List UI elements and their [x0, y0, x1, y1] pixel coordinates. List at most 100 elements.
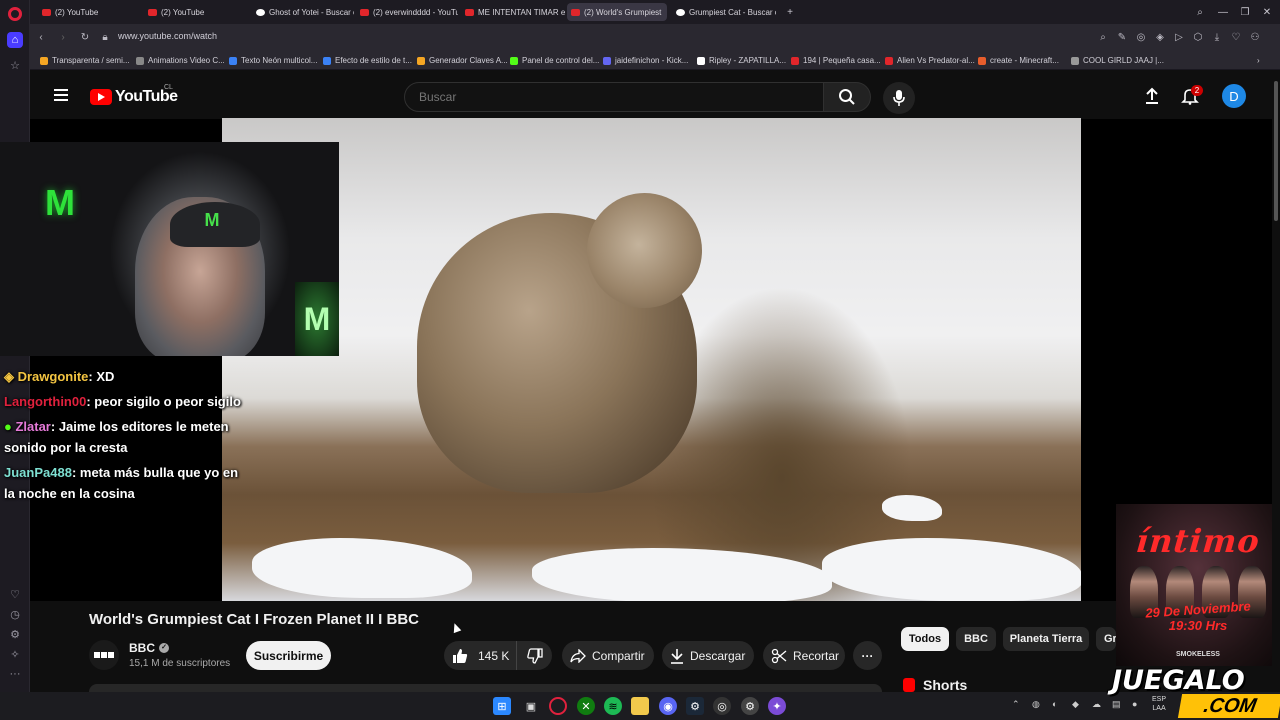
description-box[interactable] [89, 684, 882, 692]
heart-icon[interactable]: ♡ [1229, 30, 1243, 44]
chip-bbc[interactable]: BBC [956, 627, 996, 651]
more-actions-button[interactable]: ··· [853, 641, 882, 670]
dislike-button[interactable] [517, 647, 552, 664]
promo-title: íntimo [1134, 522, 1262, 560]
tray-app-icon[interactable]: ☁ [1092, 699, 1101, 710]
xbox-icon[interactable]: ✕ [577, 697, 595, 715]
bookmark[interactable]: create - Minecraft... [978, 54, 1059, 67]
settings-icon[interactable]: ⚙ [741, 697, 759, 715]
home-icon[interactable]: ⌂ [7, 32, 23, 48]
search-button[interactable] [823, 82, 871, 112]
video-snow [822, 538, 1081, 601]
bookmark[interactable]: Animations Video C... [136, 54, 225, 67]
bookmark-icon [1071, 56, 1079, 65]
bookmarks-more-icon[interactable]: › [1257, 54, 1260, 67]
tab[interactable]: Grumpiest Cat - Buscar co [672, 3, 776, 21]
chip-planeta-tierra[interactable]: Planeta Tierra [1003, 627, 1089, 651]
voice-search-button[interactable] [883, 82, 915, 114]
tab[interactable]: Ghost of Yotei - Buscar co [252, 3, 354, 21]
search-tabs-icon[interactable]: ⌕ [1193, 5, 1207, 19]
bookmark[interactable]: Ripley - ZAPATILLA... [697, 54, 786, 67]
maximize-icon[interactable]: ❐ [1238, 5, 1252, 19]
bookmark-icon [697, 56, 705, 65]
create-button[interactable] [1142, 86, 1162, 106]
windows-start-icon[interactable]: ⊞ [493, 697, 511, 715]
heart-icon[interactable]: ♡ [7, 586, 23, 602]
edit-icon[interactable]: ✎ [1115, 30, 1129, 44]
bookmark[interactable]: Efecto de estilo de t... [323, 54, 412, 67]
chip-all[interactable]: Todos [901, 627, 949, 651]
account-avatar[interactable]: D [1222, 84, 1246, 108]
tray-app-icon[interactable]: ◐ [1052, 699, 1057, 709]
app-icon[interactable]: ✦ [768, 697, 786, 715]
bookmark[interactable]: Panel de control del... [510, 54, 599, 67]
bookmark-icon [603, 56, 611, 65]
close-icon[interactable]: ✕ [1260, 5, 1274, 19]
bookmark-label: Panel de control del... [522, 56, 600, 65]
new-tab-icon[interactable]: + [783, 5, 797, 19]
shield-icon[interactable]: ◈ [1153, 30, 1167, 44]
reload-icon[interactable]: ↻ [78, 30, 92, 44]
channel-avatar[interactable] [89, 640, 119, 670]
subscribe-button[interactable]: Suscribirme [246, 641, 331, 670]
star-icon[interactable]: ☆ [7, 57, 23, 73]
bookmark[interactable]: Alien Vs Predator-al... [885, 54, 975, 67]
discord-icon[interactable]: ◉ [659, 697, 677, 715]
forward-icon[interactable]: › [56, 30, 70, 44]
chip-partial[interactable]: Gr [1096, 627, 1116, 651]
file-explorer-icon[interactable] [631, 697, 649, 715]
chat-user: Zlatar [15, 419, 51, 434]
video-snow [882, 495, 942, 521]
search-icon[interactable]: ⌕ [1096, 30, 1110, 44]
back-icon[interactable]: ‹ [34, 30, 48, 44]
bookmark[interactable]: 194 | Pequeña casa... [791, 54, 881, 67]
tray-app-icon[interactable]: ◆ [1072, 699, 1079, 710]
task-view-icon[interactable]: ▣ [522, 697, 540, 715]
search-box[interactable] [404, 82, 824, 112]
history-icon[interactable]: ◷ [7, 606, 23, 622]
minimize-icon[interactable]: — [1216, 5, 1230, 19]
obs-icon[interactable]: ◎ [713, 697, 731, 715]
like-button[interactable]: 145 K [444, 641, 517, 670]
url-field[interactable]: www.youtube.com/watch [118, 31, 217, 41]
bookmark-label: Generador Claves A... [429, 56, 508, 65]
camera-icon[interactable]: ◎ [1134, 30, 1148, 44]
video-player[interactable] [222, 118, 1081, 601]
bookmark[interactable]: Transparenta / semi... [40, 54, 130, 67]
chat-message-cont: la noche en la cosina [4, 483, 135, 504]
shorts-header: Shorts [903, 677, 967, 693]
tray-app-icon[interactable]: ◍ [1032, 699, 1040, 710]
bookmark[interactable]: COOL GIRLD JAAJ |... [1071, 54, 1164, 67]
bookmark[interactable]: Generador Claves A... [417, 54, 508, 67]
tab[interactable]: ME INTENTAN TIMAR en [461, 3, 565, 21]
download-button[interactable]: Descargar [662, 641, 754, 670]
settings-icon[interactable]: ⚙ [7, 626, 23, 642]
tab[interactable]: (2) YouTube [38, 3, 138, 21]
page-scrollbar[interactable] [1272, 71, 1280, 692]
tab-label: (2) YouTube [161, 7, 205, 17]
extensions-icon[interactable]: ⬡ [1191, 30, 1205, 44]
bookmark[interactable]: Texto Neón multicol... [229, 54, 317, 67]
download-icon[interactable]: ⤓ [1210, 30, 1224, 44]
clip-button[interactable]: Recortar [763, 641, 845, 670]
tab[interactable]: (2) YouTube [144, 3, 246, 21]
tab-active[interactable]: (2) World's Grumpiest [567, 3, 667, 21]
play-icon[interactable]: ▷ [1172, 30, 1186, 44]
account-icon[interactable]: ⚇ [1248, 30, 1262, 44]
microphone-icon [893, 90, 905, 106]
channel-name[interactable]: BBC ✓ [129, 641, 169, 655]
spotify-icon[interactable]: ≋ [604, 697, 622, 715]
menu-icon[interactable] [54, 89, 68, 101]
tray-expand-icon[interactable]: ⌃ [1012, 699, 1020, 710]
search-input[interactable] [419, 90, 799, 104]
opera-taskbar-icon[interactable] [549, 697, 567, 715]
video-title: World's Grumpiest Cat I Frozen Planet II… [89, 611, 419, 628]
more-icon[interactable]: ··· [7, 666, 23, 682]
steam-icon[interactable]: ⚙ [686, 697, 704, 715]
share-button[interactable]: Compartir [562, 641, 654, 670]
lightbulb-icon[interactable]: ✧ [7, 646, 23, 662]
tab[interactable]: (2) everwindddd - YouTu [356, 3, 458, 21]
bookmark[interactable]: jaidefinichon - Kick... [603, 54, 688, 67]
opera-logo-icon[interactable] [8, 7, 22, 21]
scrollbar-thumb[interactable] [1274, 81, 1278, 221]
